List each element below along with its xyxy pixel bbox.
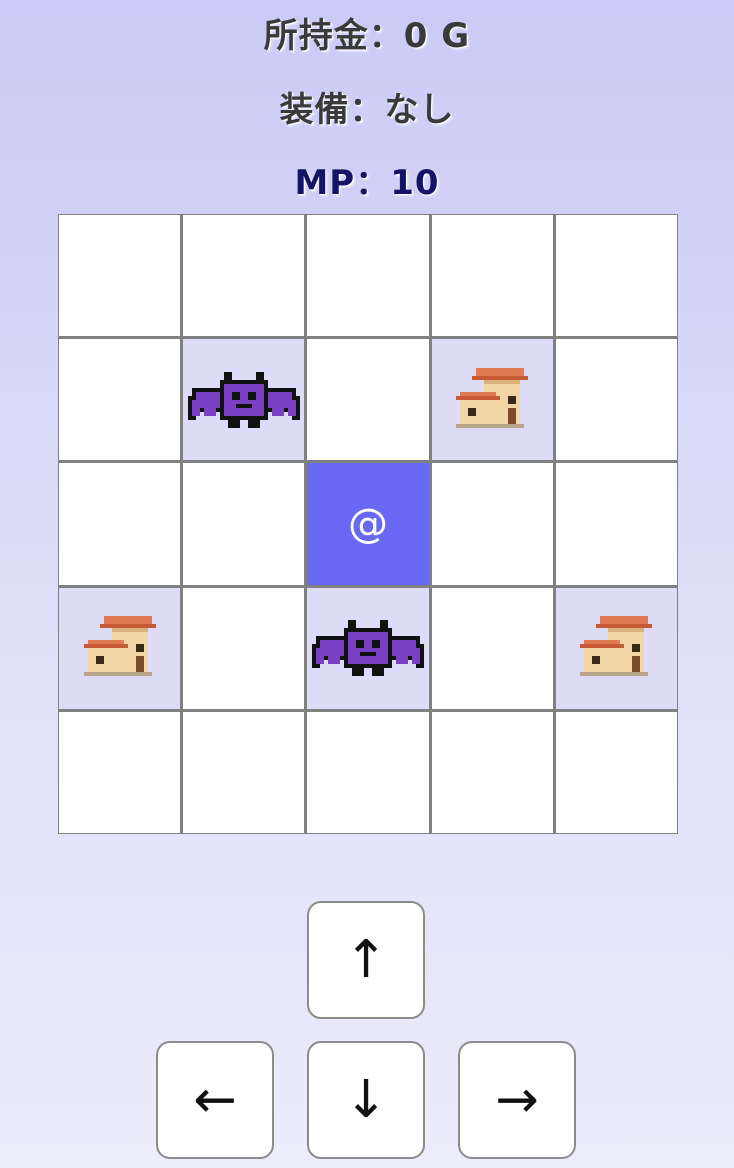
player-symbol: @ — [347, 500, 388, 547]
empty-cell — [431, 463, 553, 585]
bat-icon — [311, 616, 424, 680]
empty-cell — [555, 711, 677, 833]
empty-cell — [555, 215, 677, 337]
empty-cell — [431, 215, 553, 337]
mp-display: MP：10 — [294, 163, 440, 203]
empty-cell — [59, 711, 181, 833]
empty-cell — [555, 463, 677, 585]
equipment-display: 装備：なし — [279, 90, 455, 130]
empty-cell — [59, 339, 181, 461]
empty-cell — [555, 339, 677, 461]
house-cell — [59, 587, 181, 709]
house-icon — [80, 608, 160, 688]
empty-cell — [307, 215, 429, 337]
empty-cell — [431, 711, 553, 833]
empty-cell — [183, 587, 305, 709]
move-left-button[interactable]: ← — [156, 1041, 274, 1159]
empty-cell — [183, 711, 305, 833]
bat-icon — [187, 368, 300, 432]
empty-cell — [431, 587, 553, 709]
house-cell — [431, 339, 553, 461]
game-board: @ — [58, 214, 678, 834]
house-icon — [576, 608, 656, 688]
house-cell — [555, 587, 677, 709]
bat-cell — [307, 587, 429, 709]
bat-cell — [183, 339, 305, 461]
empty-cell — [183, 215, 305, 337]
money-display: 所持金：0 G — [263, 16, 471, 56]
empty-cell — [307, 339, 429, 461]
empty-cell — [307, 711, 429, 833]
empty-cell — [59, 215, 181, 337]
move-down-button[interactable]: ↓ — [307, 1041, 425, 1159]
move-up-button[interactable]: ↑ — [307, 901, 425, 1019]
player-cell: @ — [307, 463, 429, 585]
house-icon — [452, 360, 532, 440]
empty-cell — [59, 463, 181, 585]
empty-cell — [183, 463, 305, 585]
move-right-button[interactable]: → — [458, 1041, 576, 1159]
